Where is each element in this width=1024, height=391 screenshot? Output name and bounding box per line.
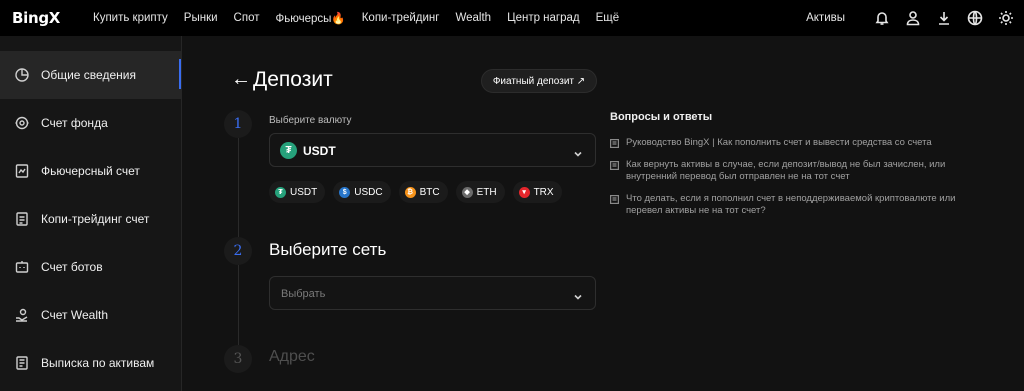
faq-link[interactable]: Что делать, если я пополнил счет в непод…: [610, 193, 970, 217]
theme-icon[interactable]: [998, 10, 1014, 26]
usdt-coin-icon: ₮: [275, 186, 286, 198]
network-placeholder: Выбрать: [281, 288, 326, 300]
nav-rewards-center[interactable]: Центр наград: [507, 12, 580, 24]
chip-btc[interactable]: ₿ BTC: [398, 181, 448, 203]
network-select[interactable]: Выбрать: [269, 276, 596, 310]
currency-select[interactable]: ₮ USDT: [269, 133, 596, 167]
nav-futures[interactable]: Фьючерсы🔥: [275, 11, 345, 25]
chip-label: TRX: [533, 186, 554, 198]
sidebar-item-label: Копи-трейдинг счет: [41, 212, 150, 226]
globe-icon[interactable]: [967, 10, 983, 26]
futures-icon: [14, 163, 30, 179]
bot-icon: [14, 259, 30, 275]
quick-currency-chips: ₮ USDT $ USDC ₿ BTC ◆ ETH ▾ TRX: [269, 181, 562, 203]
copy-icon: [14, 211, 30, 227]
chip-usdt[interactable]: ₮ USDT: [269, 181, 326, 203]
nav-copy-trading[interactable]: Копи-трейдинг: [362, 12, 440, 24]
currency-selected-value: USDT: [303, 144, 336, 158]
eth-coin-icon: ◆: [461, 186, 473, 198]
address-step-title: Адрес: [269, 348, 315, 365]
fund-icon: [14, 115, 30, 131]
sidebar-item-asset-statement[interactable]: Выписка по активам: [0, 339, 182, 387]
step-number-3: 3: [224, 345, 252, 373]
sidebar-item-label: Фьючерсный счет: [41, 164, 140, 178]
chip-label: ETH: [476, 186, 497, 198]
wealth-icon: [14, 307, 30, 323]
sidebar-item-wealth-account[interactable]: Счет Wealth: [0, 291, 182, 339]
btc-coin-icon: ₿: [404, 186, 416, 198]
top-navigation-bar: BingX Купить крипту Рынки Спот Фьючерсы🔥…: [0, 0, 1024, 36]
bingx-logo[interactable]: BingX: [12, 9, 60, 27]
fiat-deposit-button[interactable]: Фиатный депозит ↗: [481, 69, 597, 93]
chip-label: BTC: [419, 186, 440, 198]
nav-spot[interactable]: Спот: [234, 12, 260, 24]
main-nav: Купить крипту Рынки Спот Фьючерсы🔥 Копи-…: [93, 0, 635, 36]
sidebar-item-bots-account[interactable]: Счет ботов: [0, 243, 182, 291]
assets-link[interactable]: Активы: [806, 12, 845, 24]
header-actions: Активы: [806, 0, 1014, 36]
document-icon: [610, 195, 620, 205]
faq-title: Вопросы и ответы: [610, 111, 713, 123]
faq-section: Вопросы и ответы Руководство BingX | Как…: [610, 111, 970, 227]
step-number-1: 1: [224, 110, 252, 138]
chevron-down-icon: [573, 146, 583, 157]
currency-label: Выберите валюту: [269, 115, 352, 126]
nav-buy-crypto[interactable]: Купить крипту: [93, 12, 168, 24]
nav-markets[interactable]: Рынки: [184, 12, 218, 24]
sidebar-item-copy-trading-account[interactable]: Копи-трейдинг счет: [0, 195, 182, 243]
chip-trx[interactable]: ▾ TRX: [512, 181, 562, 203]
statement-icon: [14, 355, 30, 371]
faq-link[interactable]: Как вернуть активы в случае, если депози…: [610, 159, 970, 183]
document-icon: [610, 139, 620, 149]
document-icon: [610, 161, 620, 171]
download-icon[interactable]: [936, 10, 952, 26]
sidebar-item-label: Выписка по активам: [41, 356, 155, 370]
faq-link[interactable]: Руководство BingX | Как пополнить счет и…: [610, 137, 970, 149]
pie-chart-icon: [14, 67, 30, 83]
sidebar-item-label: Счет Wealth: [41, 308, 109, 322]
chip-label: USDT: [290, 186, 318, 198]
step-connector: [238, 138, 239, 237]
chip-usdc[interactable]: $ USDC: [333, 181, 391, 203]
back-arrow-icon[interactable]: ←: [231, 68, 251, 91]
usdc-coin-icon: $: [339, 186, 351, 198]
nav-wealth[interactable]: Wealth: [455, 12, 491, 24]
chip-label: USDC: [354, 186, 383, 198]
sidebar-item-label: Общие сведения: [41, 68, 136, 82]
usdt-coin-icon: ₮: [280, 142, 297, 159]
user-icon[interactable]: [905, 10, 921, 26]
step-connector: [238, 265, 239, 345]
faq-link-text: Руководство BingX | Как пополнить счет и…: [626, 137, 932, 148]
trx-coin-icon: ▾: [518, 186, 530, 198]
deposit-panel: ← Депозит Фиатный депозит ↗ 1 2 3 Выбери…: [183, 36, 1024, 391]
chip-eth[interactable]: ◆ ETH: [455, 181, 505, 203]
sidebar-item-label: Счет ботов: [41, 260, 103, 274]
sidebar-item-overview[interactable]: Общие сведения: [0, 51, 182, 99]
step-number-2: 2: [224, 237, 252, 265]
sidebar: Общие сведения Счет фонда Фьючерсный сче…: [0, 36, 182, 391]
chevron-down-icon: [573, 289, 583, 300]
sidebar-item-fund-account[interactable]: Счет фонда: [0, 99, 182, 147]
page-title: Депозит: [253, 68, 333, 91]
faq-link-text: Как вернуть активы в случае, если депози…: [626, 159, 946, 182]
sidebar-item-label: Счет фонда: [41, 116, 108, 130]
sidebar-item-futures-account[interactable]: Фьючерсный счет: [0, 147, 182, 195]
network-step-title: Выберите сеть: [269, 240, 387, 259]
faq-link-text: Что делать, если я пополнил счет в непод…: [626, 193, 956, 216]
bell-icon[interactable]: [874, 10, 890, 26]
nav-more[interactable]: Ещё: [596, 12, 620, 24]
